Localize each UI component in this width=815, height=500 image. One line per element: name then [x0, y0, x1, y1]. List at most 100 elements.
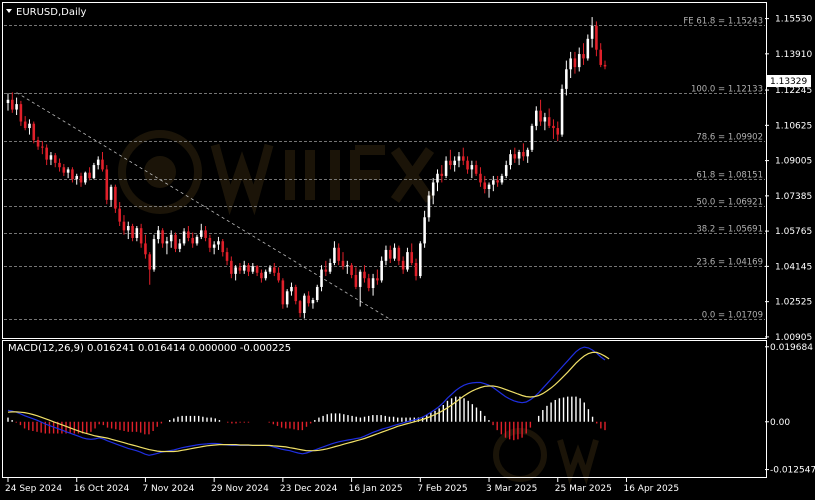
candle [53, 153, 57, 168]
candle [328, 258, 332, 274]
candle-body [509, 154, 512, 166]
candle [393, 243, 396, 261]
price-tick-label: 1.02525 [775, 298, 812, 308]
candle-body [453, 160, 456, 166]
trendline[interactable] [16, 92, 391, 320]
candle [496, 175, 499, 187]
candle-body [264, 271, 267, 279]
candle-body [534, 110, 538, 126]
candle [461, 147, 465, 166]
candle-body [157, 230, 160, 240]
candle [315, 284, 319, 303]
candle-body [496, 180, 499, 183]
candle [320, 265, 323, 292]
candle-body [526, 149, 529, 157]
candle-body [530, 125, 534, 150]
candle-body [182, 231, 186, 244]
candle-body [483, 182, 487, 189]
candle-body [461, 156, 465, 161]
candle [251, 263, 255, 274]
candle-body [195, 236, 199, 244]
candle-body [406, 252, 409, 270]
symbol-title: EURUSD,Daily [16, 7, 87, 18]
candle-body [66, 169, 70, 173]
chart-canvas[interactable]: FE 61.8 = 1.15243 100.0 = 1.12133 78.6 = 1… [0, 0, 815, 496]
candle [371, 273, 375, 296]
candle-body [88, 172, 91, 179]
watermark-logo [118, 130, 599, 485]
chart-window[interactable]: FE 61.8 = 1.15243 100.0 = 1.12133 78.6 = 1… [0, 0, 815, 496]
candle [346, 260, 349, 274]
candle-body [79, 175, 83, 183]
candle [539, 99, 542, 126]
trendline-layer[interactable] [16, 92, 391, 320]
main-panel-frame [2, 2, 767, 339]
candle [144, 234, 147, 259]
candle [96, 156, 100, 170]
candle-body [419, 243, 422, 277]
candle [272, 263, 276, 277]
candle-body [294, 286, 298, 302]
candle [436, 169, 439, 192]
candle-body [45, 147, 48, 160]
macd-series [7, 346, 610, 456]
candle [474, 160, 478, 176]
candle [487, 182, 491, 198]
candle [363, 265, 366, 283]
candle-body [208, 237, 212, 248]
candle [139, 223, 143, 248]
candle-body [165, 241, 169, 244]
candle [66, 167, 70, 179]
date-tick-label: 16 Apr 2025 [623, 484, 679, 494]
candle [169, 230, 173, 248]
candle-body [247, 265, 250, 272]
candle [367, 273, 371, 292]
candle-body [62, 167, 66, 173]
candle [586, 34, 590, 61]
candle [212, 241, 216, 255]
candle [19, 100, 23, 126]
fib-level-label: FE 61.8 = 1.15243 [683, 17, 763, 27]
candle [449, 149, 452, 170]
candle-body [470, 165, 474, 170]
price-tick-label: 1.04145 [775, 262, 812, 272]
candle-body [118, 208, 121, 222]
candle-body [126, 226, 130, 231]
candle-body [586, 38, 590, 59]
candle [560, 84, 564, 137]
candle [311, 297, 315, 309]
candle-body [371, 278, 375, 289]
chart-title-group[interactable]: EURUSD,Daily [6, 7, 87, 18]
fib-level-label: 61.8 = 1.08151 [696, 171, 763, 181]
triangle-down-icon[interactable] [6, 9, 12, 13]
candle-body [212, 244, 216, 248]
candle [225, 247, 229, 266]
candle [49, 152, 53, 166]
candle-body [217, 241, 220, 245]
candle [36, 136, 40, 150]
time-axis[interactable]: 24 Sep 2024 16 Oct 2024 7 Nov 2024 29 Nov 2… [5, 478, 679, 494]
candle-body [32, 123, 36, 141]
candle-body [401, 260, 405, 270]
candle [522, 143, 525, 161]
candle-body [414, 263, 418, 277]
candle [513, 147, 517, 163]
fib-level-label: 38.2 = 1.05691 [696, 225, 763, 235]
date-tick-label: 24 Sep 2024 [5, 484, 62, 494]
candle-body [41, 146, 44, 148]
candle-body [444, 160, 448, 176]
fib-level-label: 100.0 = 1.12133 [691, 85, 763, 95]
candle-body [487, 184, 491, 189]
candle [88, 167, 91, 181]
candle-body [595, 25, 598, 50]
candle [255, 265, 259, 277]
candle [410, 243, 414, 266]
candle [444, 156, 448, 179]
candle-body [114, 186, 117, 209]
candle [350, 263, 353, 279]
price-axis[interactable]: 1.15530 1.13910 1.12245 1.10625 1.09005 1.073… [765, 15, 812, 343]
candle-body [543, 117, 547, 122]
candle [234, 265, 237, 281]
candle [41, 141, 44, 155]
candle-body [358, 271, 362, 287]
